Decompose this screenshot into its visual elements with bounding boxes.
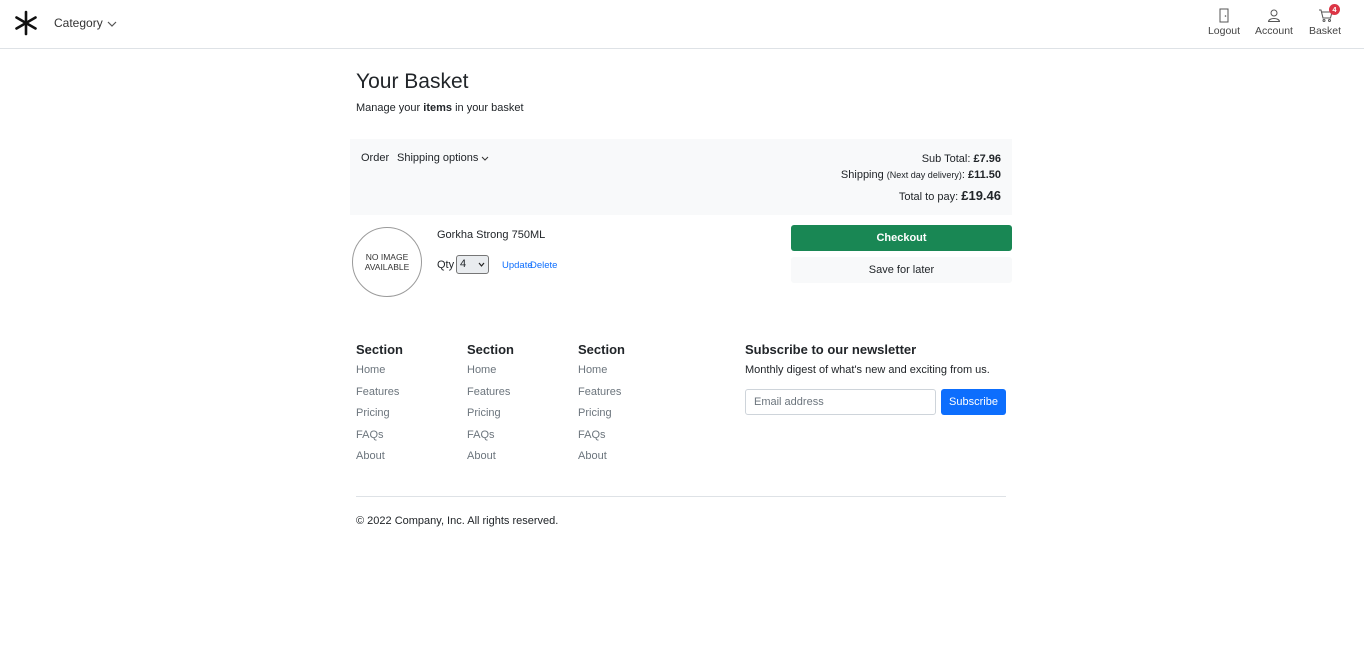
category-dropdown[interactable]: Category [54, 16, 117, 30]
footer-section-title: Section [356, 342, 403, 357]
page-subtitle: Manage your items in your basket [356, 102, 524, 114]
copyright-text: © 2022 Company, Inc. All rights reserved… [356, 515, 559, 527]
subtitle-prefix: Manage your [356, 102, 424, 114]
nav-basket-label: Basket [1308, 25, 1342, 37]
total-value: £19.46 [961, 188, 1001, 203]
page-title: Your Basket [356, 70, 469, 93]
shipping-options-dropdown[interactable]: Shipping options [397, 152, 489, 164]
save-for-later-button[interactable]: Save for later [791, 257, 1012, 283]
newsletter-description: Monthly digest of what's new and excitin… [745, 364, 990, 376]
person-icon [1267, 9, 1281, 22]
footer-link-about[interactable]: About [578, 449, 625, 471]
qty-label: Qty [437, 259, 455, 271]
door-icon [1219, 8, 1229, 23]
subtitle-bold: items [423, 102, 453, 114]
subtotal-row: Sub Total: £7.96 [841, 151, 1001, 167]
footer-link-pricing[interactable]: Pricing [356, 406, 403, 428]
footer-section-1: Section Home Features Pricing FAQs About [356, 342, 403, 471]
footer-section-title: Section [578, 342, 625, 357]
order-label: Order [361, 152, 390, 164]
subtitle-suffix: in your basket [452, 102, 524, 114]
nav-basket[interactable]: 4 Basket [1300, 4, 1350, 37]
footer-section-3: Section Home Features Pricing FAQs About [578, 342, 625, 471]
newsletter-title: Subscribe to our newsletter [745, 342, 917, 357]
basket-count-badge: 4 [1329, 4, 1340, 15]
footer-link-features[interactable]: Features [467, 385, 514, 407]
footer-link-faqs[interactable]: FAQs [356, 428, 403, 450]
top-navbar: Category Logout Account 4 Basket [0, 0, 1364, 49]
footer-link-about[interactable]: About [356, 449, 403, 471]
shipping-note: (Next day delivery) [886, 170, 962, 180]
product-image-placeholder: NO IMAGE AVAILABLE [352, 227, 422, 297]
nav-logout[interactable]: Logout [1199, 8, 1249, 37]
footer-link-pricing[interactable]: Pricing [578, 406, 625, 428]
product-name: Gorkha Strong 750ML [437, 229, 546, 241]
footer-link-pricing[interactable]: Pricing [467, 406, 514, 428]
total-row: Total to pay: £19.46 [841, 188, 1001, 205]
subscribe-button[interactable]: Subscribe [941, 389, 1006, 415]
shipping-row: Shipping (Next day delivery): £11.50 [841, 167, 1001, 183]
nav-logout-label: Logout [1207, 25, 1241, 37]
footer-link-home[interactable]: Home [578, 363, 625, 385]
footer-link-home[interactable]: Home [467, 363, 514, 385]
no-image-line1: NO IMAGE [365, 252, 409, 262]
chevron-down-icon [107, 21, 117, 27]
footer-link-about[interactable]: About [467, 449, 514, 471]
shipping-value: £11.50 [967, 169, 1001, 181]
delete-link[interactable]: Delete [530, 260, 557, 271]
footer-link-faqs[interactable]: FAQs [467, 428, 514, 450]
totals-block: Sub Total: £7.96 Shipping (Next day deli… [841, 151, 1001, 205]
chevron-down-icon [481, 156, 489, 161]
footer-link-features[interactable]: Features [578, 385, 625, 407]
category-label: Category [54, 16, 103, 30]
footer-section-title: Section [467, 342, 514, 357]
subtotal-label: Sub Total: [921, 153, 974, 165]
nav-account-label: Account [1255, 25, 1293, 37]
shipping-options-label: Shipping options [397, 152, 479, 164]
update-link[interactable]: Update [502, 260, 533, 271]
footer-divider [356, 496, 1006, 497]
footer-link-features[interactable]: Features [356, 385, 403, 407]
quantity-value: 4 [460, 258, 467, 270]
shipping-label: Shipping [840, 169, 887, 181]
order-summary: Order Shipping options Sub Total: £7.96 … [350, 139, 1012, 215]
nav-account[interactable]: Account [1249, 8, 1299, 37]
footer-link-home[interactable]: Home [356, 363, 403, 385]
footer-link-faqs[interactable]: FAQs [578, 428, 625, 450]
checkout-button[interactable]: Checkout [791, 225, 1012, 251]
no-image-line2: AVAILABLE [364, 262, 410, 272]
chevron-down-icon [478, 262, 485, 267]
email-input[interactable] [745, 389, 936, 415]
subtotal-value: £7.96 [973, 153, 1001, 165]
total-label: Total to pay: [898, 191, 962, 203]
footer-section-2: Section Home Features Pricing FAQs About [467, 342, 514, 471]
asterisk-logo-icon[interactable] [13, 10, 39, 36]
quantity-select[interactable]: 4 [456, 255, 489, 274]
